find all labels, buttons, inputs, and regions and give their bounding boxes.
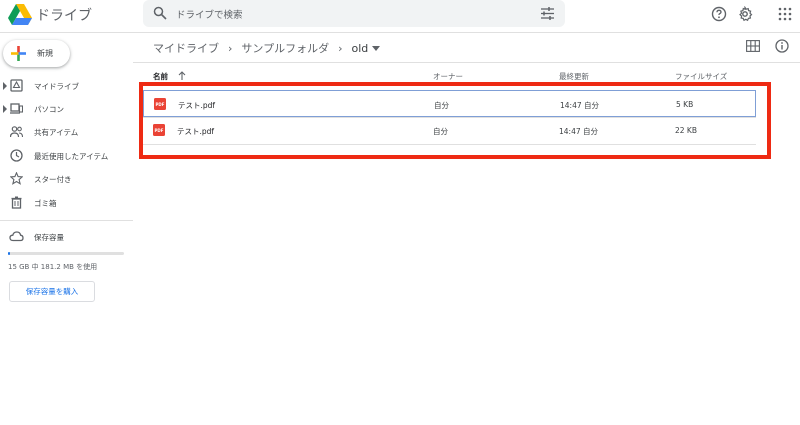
new-button[interactable]: 新規: [3, 40, 70, 67]
info-icon[interactable]: [775, 39, 789, 53]
sidebar-item-label: 共有アイテム: [34, 128, 79, 137]
breadcrumb-item-current[interactable]: old: [351, 42, 368, 55]
breadcrumb-item-my-drive[interactable]: マイドライブ: [153, 40, 219, 56]
buy-storage-button[interactable]: 保存容量を購入: [9, 281, 95, 302]
app-title[interactable]: ドライブ: [36, 5, 92, 25]
search-icon[interactable]: [153, 6, 167, 20]
chevron-right-icon: ›: [228, 41, 233, 55]
column-header-owner[interactable]: オーナー: [433, 71, 463, 82]
breadcrumb: マイドライブ › サンプルフォルダ › old: [153, 40, 381, 56]
sidebar-item-label: 最近使用したアイテム: [34, 152, 109, 161]
cloud-icon: [9, 231, 24, 242]
search-box[interactable]: ドライブで検索: [143, 0, 565, 27]
grid-view-icon[interactable]: [746, 40, 760, 52]
breadcrumb-item-folder[interactable]: サンプルフォルダ: [241, 40, 329, 56]
sidebar-item-recent[interactable]: 最近使用したアイテム: [0, 145, 133, 167]
sort-up-arrow-icon[interactable]: [178, 71, 186, 80]
computer-icon: [10, 103, 23, 114]
storage-label[interactable]: 保存容量: [34, 232, 64, 243]
sidebar-divider: [0, 220, 133, 221]
column-header-name[interactable]: 名前: [153, 71, 168, 82]
highlight-annotation-box: [139, 82, 771, 159]
sidebar-item-starred[interactable]: スター付き: [0, 168, 133, 190]
chevron-right-icon: ›: [338, 41, 343, 55]
trash-icon: [11, 196, 22, 209]
clock-icon: [10, 149, 23, 162]
sidebar-item-label: マイドライブ: [34, 82, 79, 91]
my-drive-icon: [10, 79, 23, 92]
sidebar-item-computers[interactable]: パソコン: [0, 98, 133, 120]
storage-usage-bar: [8, 252, 124, 255]
sidebar-item-trash[interactable]: ゴミ箱: [0, 192, 133, 214]
sidebar-item-label: スター付き: [34, 175, 72, 184]
top-bar: ドライブ ドライブで検索: [0, 0, 800, 32]
search-options-icon[interactable]: [540, 6, 555, 21]
expand-caret-icon[interactable]: [2, 82, 8, 90]
sidebar-item-my-drive[interactable]: マイドライブ: [0, 75, 133, 97]
storage-usage-fill: [8, 252, 10, 255]
new-button-label: 新規: [37, 49, 53, 58]
chevron-down-icon[interactable]: [372, 45, 381, 51]
sidebar-item-shared[interactable]: 共有アイテム: [0, 121, 133, 143]
apps-grid-icon[interactable]: [777, 6, 793, 22]
storage-usage-text: 15 GB 中 181.2 MB を使用: [8, 263, 98, 271]
sidebar-item-label: ゴミ箱: [34, 199, 57, 208]
shared-people-icon: [10, 126, 23, 138]
search-input[interactable]: ドライブで検索: [176, 7, 243, 21]
help-icon[interactable]: [711, 6, 727, 22]
header-divider: [0, 32, 800, 33]
settings-gear-icon[interactable]: [737, 6, 753, 22]
sidebar-item-label: パソコン: [34, 105, 64, 114]
star-icon: [10, 172, 23, 185]
plus-icon: [11, 46, 26, 61]
expand-caret-icon[interactable]: [2, 105, 8, 113]
column-header-modified[interactable]: 最終更新: [559, 71, 589, 82]
column-header-size[interactable]: ファイルサイズ: [675, 71, 727, 82]
main-divider: [133, 62, 800, 63]
drive-logo-icon[interactable]: [8, 4, 32, 26]
